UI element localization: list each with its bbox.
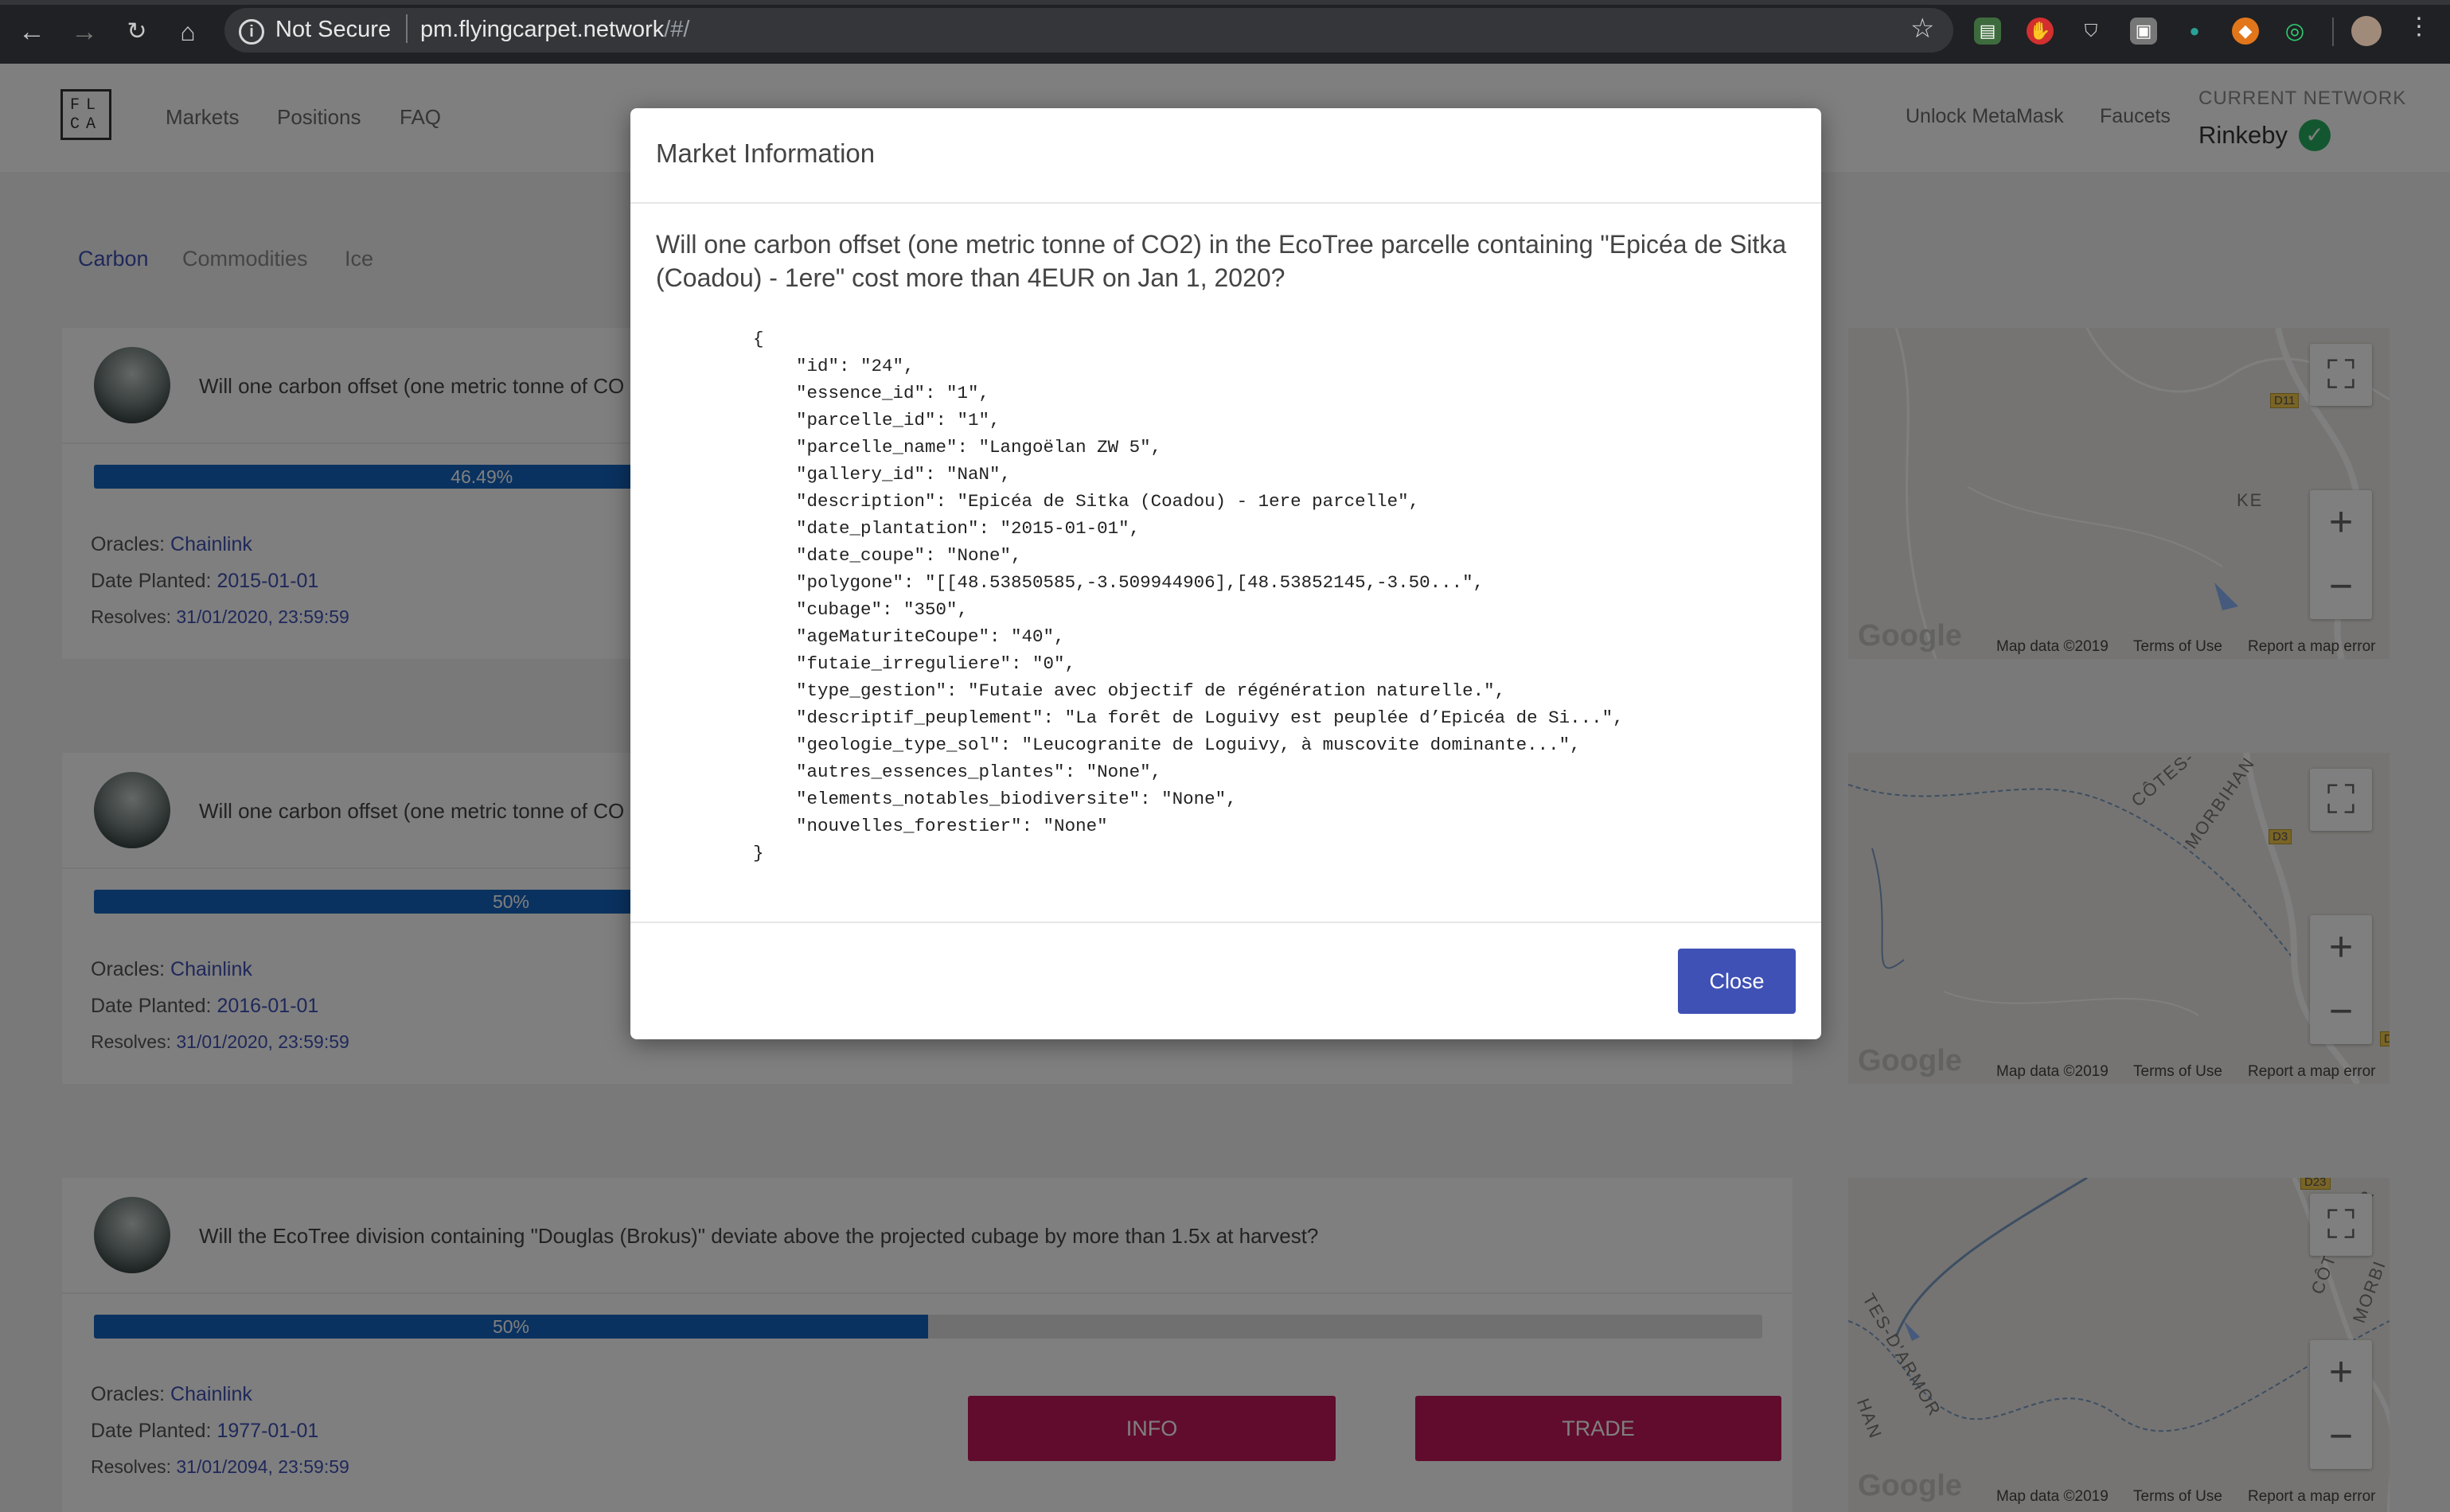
security-indicator[interactable]: Not Secure bbox=[275, 17, 391, 43]
bookmark-star-icon[interactable]: ☆ bbox=[1910, 13, 1934, 45]
adblock-icon[interactable]: ✋ bbox=[2027, 18, 2054, 45]
toolbar-divider bbox=[2332, 18, 2334, 46]
info-icon[interactable]: i bbox=[239, 19, 264, 45]
modal-header-divider bbox=[630, 202, 1821, 204]
extension-icon[interactable]: ▤ bbox=[1974, 18, 2001, 45]
market-info-modal: Market Information Will one carbon offse… bbox=[630, 108, 1821, 1039]
metamask-fox-icon[interactable]: ◆ bbox=[2232, 18, 2259, 45]
modal-footer-divider bbox=[630, 922, 1821, 923]
extension-icon[interactable]: ● bbox=[2181, 18, 2208, 45]
profile-avatar[interactable] bbox=[2351, 16, 2382, 46]
market-json: { "id": "24", "essence_id": "1", "parcel… bbox=[753, 329, 1624, 863]
extension-icon[interactable]: ▣ bbox=[2130, 18, 2157, 45]
url-separator bbox=[406, 14, 408, 43]
reload-icon[interactable]: ↻ bbox=[119, 14, 154, 49]
url-path: /#/ bbox=[664, 17, 690, 42]
close-button[interactable]: Close bbox=[1678, 949, 1796, 1014]
home-icon[interactable]: ⌂ bbox=[170, 14, 205, 49]
modal-question: Will one carbon offset (one metric tonne… bbox=[656, 230, 1787, 292]
menu-kebab-icon[interactable]: ⋮ bbox=[2407, 13, 2431, 41]
modal-title: Market Information bbox=[656, 138, 876, 168]
back-icon[interactable]: ← bbox=[14, 14, 49, 49]
url-text[interactable]: pm.flyingcarpet.network/#/ bbox=[420, 17, 690, 43]
url-host: pm.flyingcarpet.network bbox=[420, 17, 665, 42]
forward-icon[interactable]: → bbox=[67, 14, 102, 49]
shield-icon[interactable]: ⛉ bbox=[2077, 18, 2105, 45]
extension-icon[interactable]: ◎ bbox=[2281, 18, 2308, 45]
